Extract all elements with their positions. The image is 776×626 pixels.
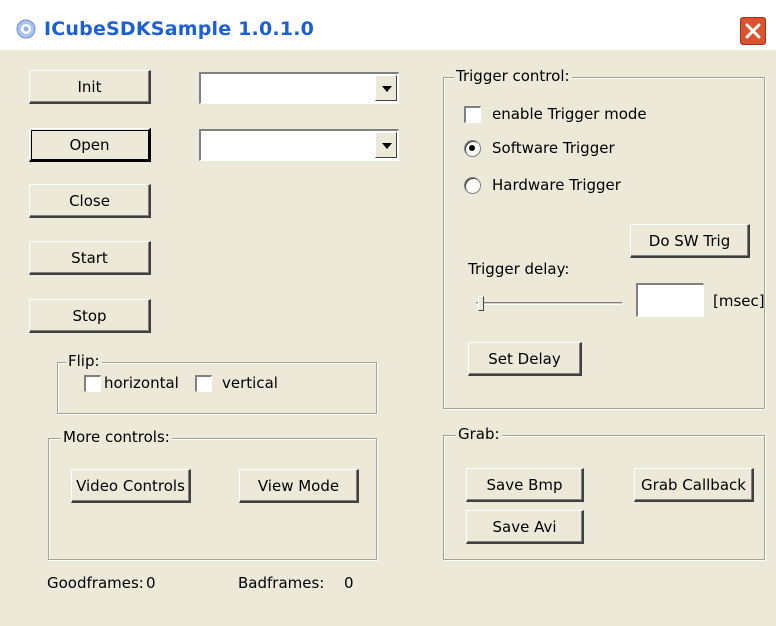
- view-mode-button[interactable]: View Mode: [239, 469, 359, 503]
- hardware-trigger-radio[interactable]: [464, 177, 481, 194]
- start-button[interactable]: Start: [29, 241, 151, 275]
- trigger-control-label: Trigger control:: [454, 67, 572, 85]
- format-combo[interactable]: [199, 129, 399, 161]
- do-sw-trig-button[interactable]: Do SW Trig: [630, 224, 750, 258]
- save-avi-button[interactable]: Save Avi: [466, 510, 584, 544]
- badframes-label: Badframes:: [238, 574, 325, 592]
- title-bar[interactable]: ICubeSDKSample 1.0.1.0: [0, 0, 776, 50]
- grab-group: Grab: Save Bmp Grab Callback Save Avi: [443, 426, 765, 560]
- grab-group-label: Grab:: [456, 425, 502, 443]
- more-controls-group: More controls: Video Controls View Mode: [48, 429, 377, 560]
- grab-callback-button[interactable]: Grab Callback: [634, 468, 754, 502]
- trigger-control-group: Trigger control: enable Trigger mode Sof…: [443, 68, 765, 409]
- vertical-label: vertical: [222, 374, 278, 392]
- trigger-delay-slider-track[interactable]: [476, 302, 622, 305]
- format-combo-arrow[interactable]: [375, 132, 397, 158]
- dialog-body: Init Open Close Start Stop Flip: horizon…: [0, 50, 776, 626]
- trigger-delay-input[interactable]: [636, 283, 704, 317]
- set-delay-button[interactable]: Set Delay: [468, 342, 582, 376]
- enable-trigger-label: enable Trigger mode: [492, 105, 647, 123]
- trigger-delay-label: Trigger delay:: [468, 260, 570, 278]
- more-controls-label: More controls:: [61, 428, 172, 446]
- chevron-down-icon: [382, 86, 392, 92]
- software-trigger-radio[interactable]: [464, 140, 481, 157]
- app-window: ICubeSDKSample 1.0.1.0 Init Open Close S…: [0, 0, 776, 626]
- vertical-checkbox[interactable]: [195, 375, 212, 392]
- window-title: ICubeSDKSample 1.0.1.0: [44, 18, 315, 40]
- close-icon: [745, 23, 761, 39]
- msec-unit-label: [msec]: [713, 292, 765, 310]
- app-icon: [16, 19, 36, 39]
- badframes-value: 0: [344, 574, 354, 592]
- stop-button[interactable]: Stop: [29, 299, 151, 333]
- open-button[interactable]: Open: [29, 128, 151, 162]
- radio-selected-dot: [469, 145, 475, 151]
- goodframes-value: 0: [146, 574, 156, 592]
- video-controls-button[interactable]: Video Controls: [71, 469, 191, 503]
- hardware-trigger-label: Hardware Trigger: [492, 176, 621, 194]
- horizontal-checkbox[interactable]: [84, 375, 101, 392]
- trigger-delay-slider-thumb[interactable]: [478, 296, 484, 311]
- device-combo[interactable]: [199, 72, 399, 104]
- horizontal-label: horizontal: [104, 374, 179, 392]
- device-combo-arrow[interactable]: [375, 75, 397, 101]
- close-button[interactable]: [740, 17, 766, 45]
- flip-group-label: Flip:: [66, 352, 102, 370]
- enable-trigger-checkbox[interactable]: [464, 106, 481, 123]
- init-button[interactable]: Init: [29, 70, 151, 104]
- goodframes-label: Goodframes:: [47, 574, 144, 592]
- save-bmp-button[interactable]: Save Bmp: [466, 468, 584, 502]
- close-device-button[interactable]: Close: [29, 184, 151, 218]
- software-trigger-label: Software Trigger: [492, 139, 615, 157]
- chevron-down-icon: [382, 143, 392, 149]
- flip-group: Flip: horizontal vertical: [57, 353, 377, 414]
